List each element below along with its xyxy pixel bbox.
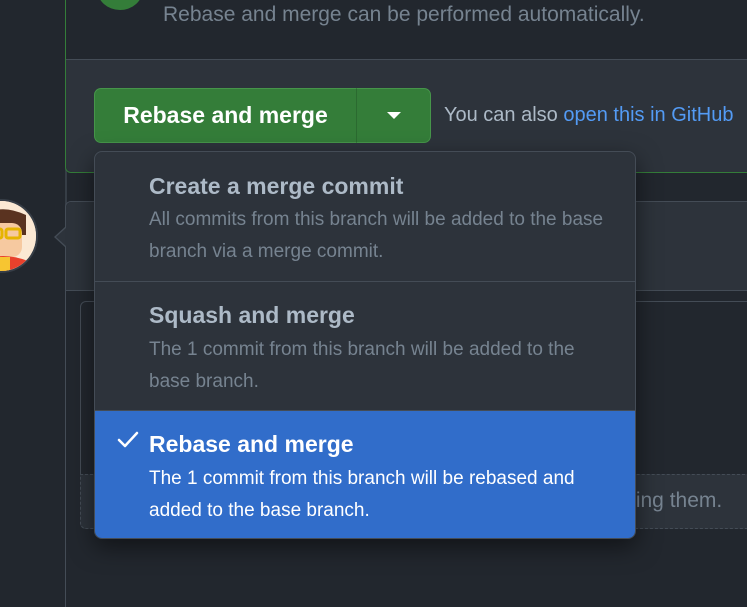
pull-request-page: Rebase and merge can be performed automa…: [0, 0, 747, 607]
comment-pointer-inner: [56, 227, 67, 247]
menu-item-title: Create a merge commit: [149, 173, 404, 199]
merge-button[interactable]: Rebase and merge: [94, 88, 356, 143]
merge-hint-prefix: You can also: [444, 104, 564, 126]
merge-alternative-hint: You can also open this in GitHub: [444, 104, 733, 127]
merge-method-dropdown-toggle[interactable]: [356, 88, 431, 143]
menu-item-description: The 1 commit from this branch will be ad…: [149, 339, 575, 392]
menu-item-title: Rebase and merge: [149, 431, 354, 457]
comment-footer-hint: ting them.: [630, 489, 723, 512]
menu-item-squash-merge[interactable]: Squash and merge The 1 commit from this …: [95, 282, 635, 411]
avatar[interactable]: [0, 199, 38, 273]
menu-item-merge-commit[interactable]: Create a merge commit All commits from t…: [95, 152, 635, 282]
avatar-illustration: [0, 201, 36, 271]
menu-item-rebase-merge[interactable]: Rebase and merge The 1 commit from this …: [95, 411, 635, 538]
merge-status-message: Rebase and merge can be performed automa…: [163, 3, 645, 26]
check-icon: [117, 431, 139, 448]
merge-box-divider: [66, 59, 747, 60]
merge-method-menu: Create a merge commit All commits from t…: [94, 151, 636, 539]
menu-item-description: All commits from this branch will be add…: [149, 209, 604, 262]
open-in-desktop-link[interactable]: open this in GitHub: [563, 104, 733, 126]
menu-item-title: Squash and merge: [149, 302, 355, 328]
triangle-down-icon: [386, 112, 401, 119]
menu-item-description: The 1 commit from this branch will be re…: [149, 468, 575, 521]
